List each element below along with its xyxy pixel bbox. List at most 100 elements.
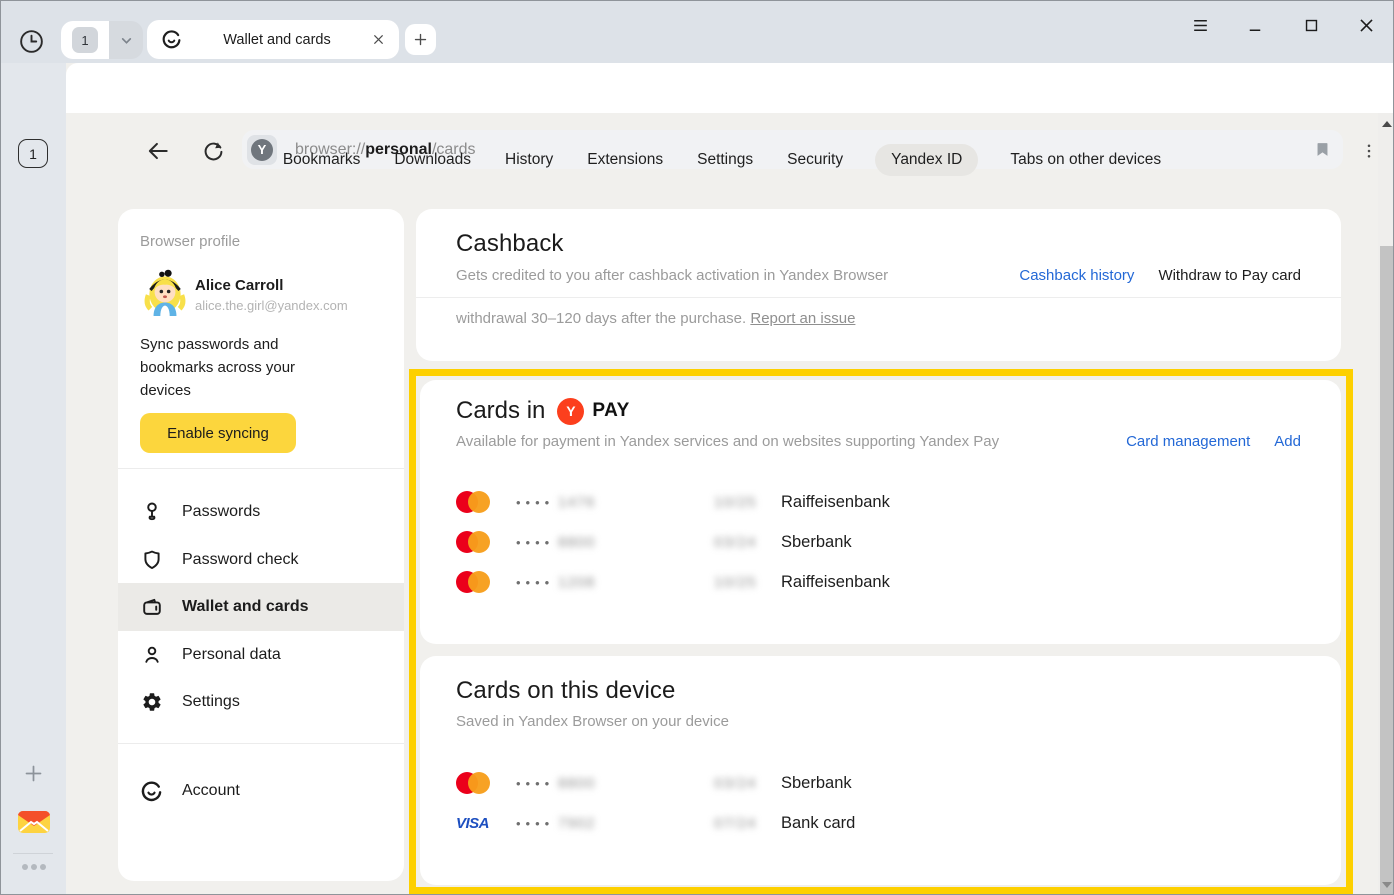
cashback-history-link[interactable]: Cashback history: [1019, 267, 1134, 284]
sidebar-item-label: Account: [182, 782, 240, 800]
card-bank-name: Raiffeisenbank: [781, 488, 890, 516]
sidebar-item-label: Wallet and cards: [182, 598, 309, 616]
masked-dots: ••••: [516, 568, 554, 596]
close-window-button[interactable]: [1354, 13, 1378, 37]
card-row[interactable]: •••• 1476 10/25 Raiffeisenbank: [456, 488, 1316, 516]
mastercard-icon: [456, 491, 490, 513]
active-tab[interactable]: Wallet and cards: [147, 20, 399, 59]
yandex-ring-icon: [140, 780, 163, 803]
yandex-mail-icon: [17, 807, 51, 835]
history-clock-icon[interactable]: [18, 28, 45, 55]
visa-icon: VISA: [456, 815, 489, 832]
nav-downloads[interactable]: Downloads: [392, 144, 473, 176]
maximize-icon: [1303, 17, 1320, 34]
ellipsis-icon: [21, 863, 47, 871]
masked-dots: ••••: [516, 769, 554, 797]
masked-dots: ••••: [516, 488, 554, 516]
sidebar-item-label: Settings: [182, 693, 240, 711]
profile-email: alice.the.girl@yandex.com: [195, 298, 348, 313]
enable-syncing-button[interactable]: Enable syncing: [140, 413, 296, 453]
card-row[interactable]: •••• 8800 03/24 Sberbank: [456, 528, 1316, 556]
card-last4-blurred: 7902: [558, 809, 595, 837]
profile-sidebar: Browser profile Alice Carroll alice.the.…: [118, 209, 404, 881]
withdraw-to-pay-card-link[interactable]: Withdraw to Pay card: [1158, 267, 1301, 284]
tab-group-expand[interactable]: [109, 21, 143, 59]
report-an-issue-link[interactable]: Report an issue: [750, 310, 855, 327]
rail-more-button[interactable]: [1, 863, 66, 871]
card-expiry-blurred: 03/24: [714, 769, 757, 797]
minimize-button[interactable]: [1243, 13, 1267, 37]
plus-icon: [413, 32, 428, 47]
card-bank-name: Sberbank: [781, 769, 852, 797]
nav-extensions[interactable]: Extensions: [585, 144, 665, 176]
tab-group[interactable]: 1: [61, 21, 143, 59]
rail-mail-button[interactable]: [1, 807, 66, 835]
masked-dots: ••••: [516, 528, 554, 556]
scroll-up-arrow[interactable]: [1378, 116, 1394, 132]
side-rail: 1: [1, 63, 66, 895]
card-bank-name: Bank card: [781, 809, 855, 837]
nav-history[interactable]: History: [503, 144, 555, 176]
card-row[interactable]: •••• 1208 10/25 Raiffeisenbank: [456, 568, 1316, 596]
nav-bookmarks[interactable]: Bookmarks: [281, 144, 363, 176]
new-tab-button[interactable]: [405, 24, 436, 55]
card-row[interactable]: VISA •••• 7902 07/24 Bank card: [456, 809, 1316, 837]
browser-menu-button[interactable]: [1188, 13, 1212, 37]
person-icon: [140, 644, 163, 667]
mastercard-icon: [456, 531, 490, 553]
sidebar-item-wallet-and-cards[interactable]: Wallet and cards: [118, 583, 404, 631]
card-expiry-blurred: 10/25: [714, 568, 757, 596]
scroll-down-arrow[interactable]: [1378, 877, 1394, 893]
sidebar-item-account[interactable]: Account: [118, 767, 404, 815]
sidebar-item-settings[interactable]: Settings: [118, 678, 404, 726]
tab-title: Wallet and cards: [194, 32, 360, 48]
nav-tabs-other-devices[interactable]: Tabs on other devices: [1008, 144, 1163, 176]
ypay-title-text: Cards in: [456, 397, 545, 425]
sync-description: Sync passwords and bookmarks across your…: [140, 333, 330, 402]
device-cards-card: Cards on this device Saved in Yandex Bro…: [420, 656, 1341, 885]
cashback-title: Cashback: [456, 230, 564, 258]
device-cards-title: Cards on this device: [456, 677, 675, 705]
card-expiry-blurred: 03/24: [714, 528, 757, 556]
card-row[interactable]: •••• 8800 03/24 Sberbank: [456, 769, 1316, 797]
sidebar-item-passwords[interactable]: Passwords: [118, 488, 404, 536]
add-card-link[interactable]: Add: [1274, 433, 1301, 450]
cashback-divider: [416, 297, 1341, 298]
card-management-link[interactable]: Card management: [1126, 433, 1250, 450]
hamburger-icon: [1191, 16, 1210, 35]
tab-group-count: 1: [72, 27, 98, 53]
minimize-icon: [1246, 16, 1264, 34]
profile-name: Alice Carroll: [195, 277, 283, 294]
masked-dots: ••••: [516, 809, 554, 837]
tab-close-icon[interactable]: [372, 33, 385, 46]
sidebar-item-personal-data[interactable]: Personal data: [118, 631, 404, 679]
sidebar-divider: [118, 743, 404, 744]
scrollbar-thumb[interactable]: [1380, 246, 1393, 895]
sidebar-item-label: Passwords: [182, 503, 260, 521]
key-icon: [140, 501, 163, 524]
scrollbar[interactable]: [1378, 113, 1394, 895]
close-icon: [1357, 16, 1376, 35]
nav-settings[interactable]: Settings: [695, 144, 755, 176]
sidebar-item-label: Personal data: [182, 646, 281, 664]
rail-add-button[interactable]: [1, 763, 66, 784]
cashback-card: Cashback Gets credited to you after cash…: [416, 209, 1341, 361]
rail-divider: [13, 853, 53, 854]
mastercard-icon: [456, 571, 490, 593]
nav-security[interactable]: Security: [785, 144, 845, 176]
cashback-note: withdrawal 30–120 days after the purchas…: [456, 310, 855, 327]
maximize-button[interactable]: [1299, 13, 1323, 37]
card-last4-blurred: 1208: [558, 568, 595, 596]
avatar: [140, 265, 190, 317]
nav-yandex-id[interactable]: Yandex ID: [875, 144, 978, 176]
plus-icon: [23, 763, 44, 784]
rail-tab-counter[interactable]: 1: [18, 139, 48, 168]
mastercard-icon: [456, 772, 490, 794]
sidebar-item-password-check[interactable]: Password check: [118, 536, 404, 584]
shield-icon: [140, 549, 163, 572]
gear-icon: [140, 691, 163, 714]
card-bank-name: Sberbank: [781, 528, 852, 556]
wallet-icon: [140, 596, 163, 619]
card-last4-blurred: 8800: [558, 769, 595, 797]
toolbar: Y browser://personal/cards: [66, 63, 1394, 113]
